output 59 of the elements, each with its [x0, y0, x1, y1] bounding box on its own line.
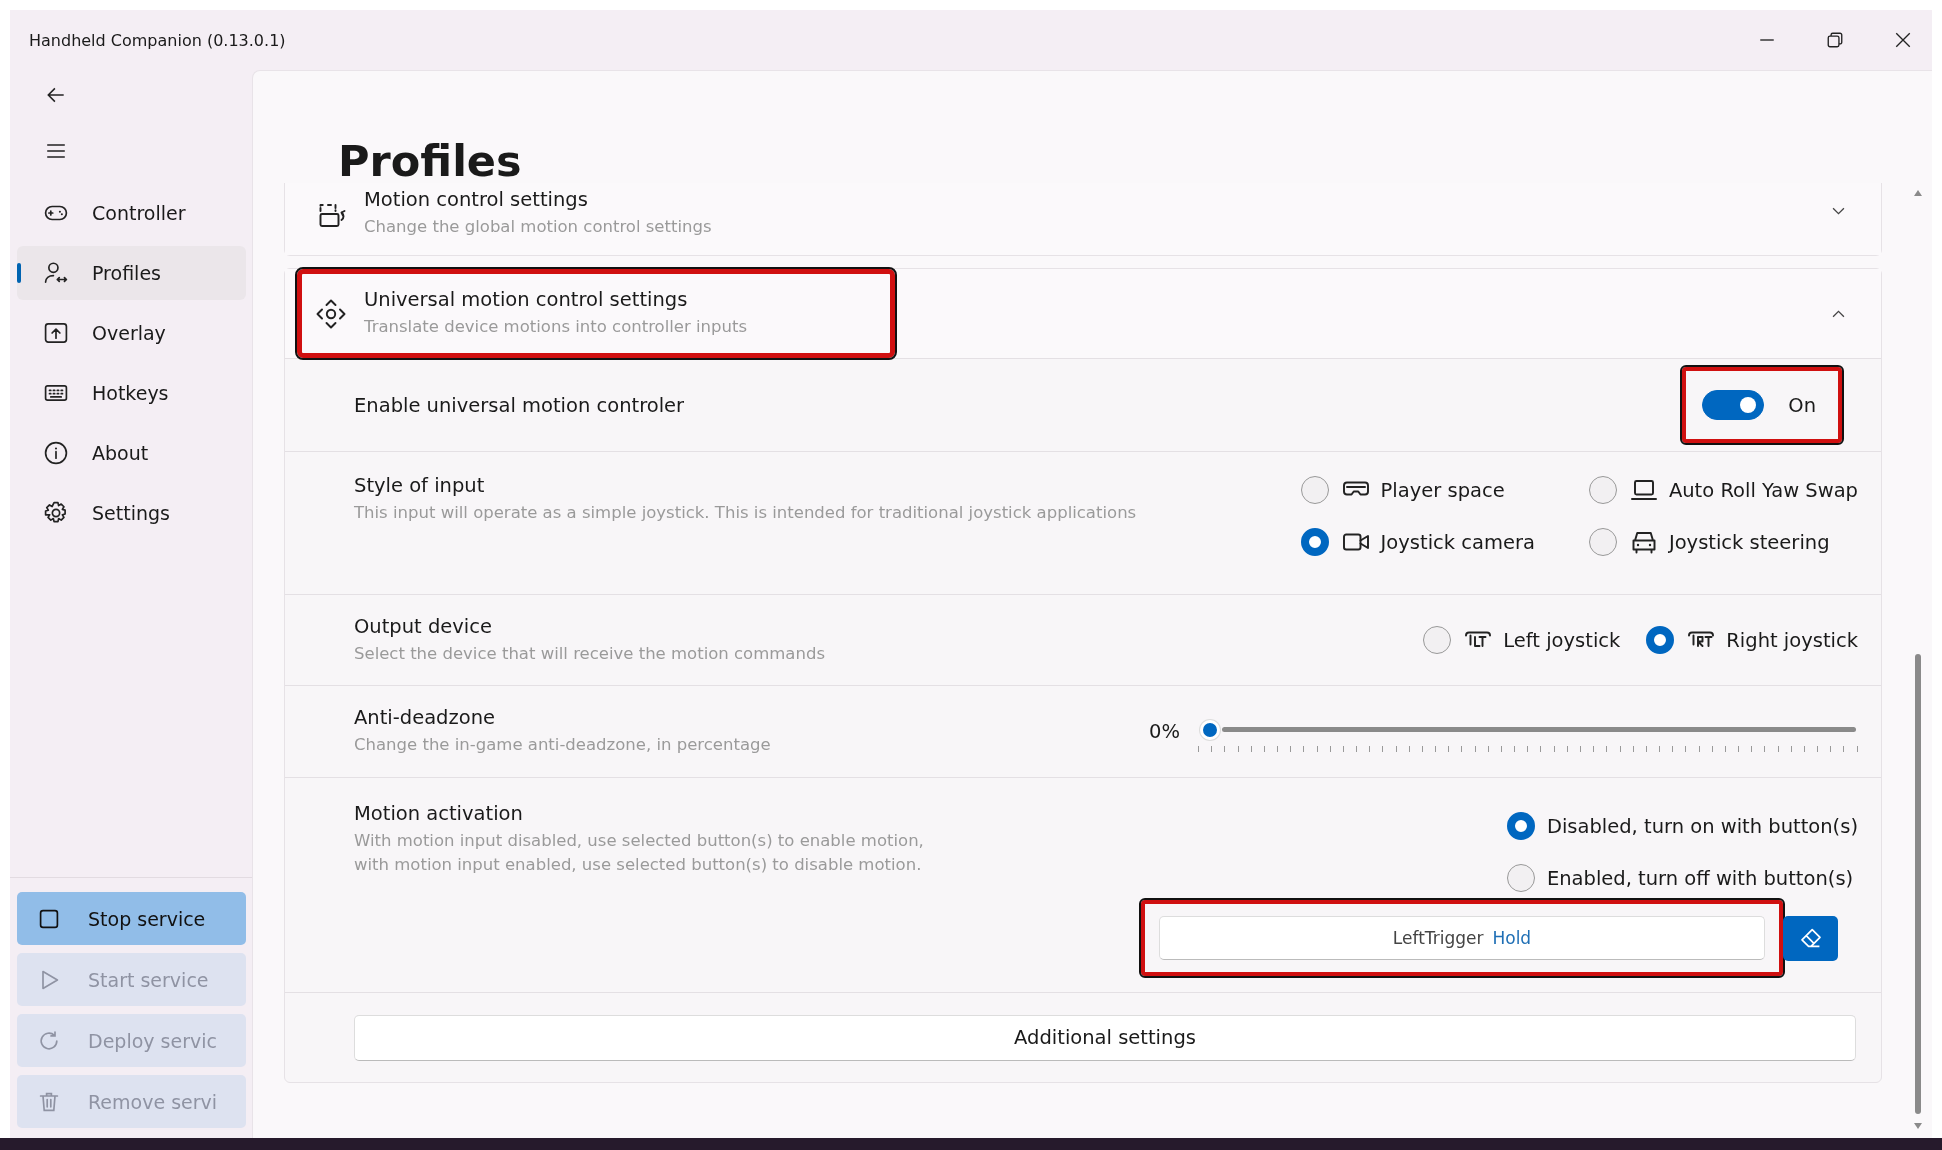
slider[interactable] [1198, 719, 1858, 740]
radio-button[interactable] [1300, 476, 1329, 504]
chevron-icon[interactable] [1832, 309, 1845, 318]
person-arrows-icon [43, 260, 69, 286]
section-title: Universal motion control settings [364, 288, 689, 311]
slider-value: 0% [1149, 720, 1180, 743]
setting-description: With motion input disabled, use selected button(s) to enable motion, with motion input enabled, use selected button(s) to disable motion. [354, 830, 924, 876]
slider-thumb[interactable] [1200, 719, 1220, 740]
sidebar-item[interactable]: Hotkeys [17, 366, 246, 420]
scroll-down-icon[interactable] [1913, 1122, 1923, 1130]
setting-description: Change the in-game anti-deadzone, in percentage [354, 734, 771, 756]
restore-icon[interactable] [1826, 31, 1844, 49]
option-label: Player space [1380, 478, 1505, 502]
option-label: Enabled, turn off with button(s) [1546, 866, 1854, 890]
option-label: Disabled, turn on with button(s) [1546, 814, 1858, 838]
clear-button[interactable] [1783, 915, 1838, 961]
setting-label: Style of input [354, 474, 486, 497]
section-title: Motion control settings [364, 188, 589, 211]
eraser-icon [1798, 926, 1823, 950]
radio-button[interactable] [1588, 528, 1617, 556]
setting-label: Enable universal motion controler [354, 393, 685, 417]
page-title: Profiles [338, 136, 522, 186]
window-title: Handheld Companion (0.13.0.1) [29, 30, 286, 50]
option-label: Joystick camera [1380, 530, 1535, 554]
section-description: Translate device motions into controller inputs [364, 316, 748, 338]
option-label: Right joystick [1726, 628, 1858, 652]
option-label: Left joystick [1503, 628, 1621, 652]
radio-button[interactable] [1300, 528, 1329, 556]
refresh-icon [37, 1028, 61, 1053]
toggle-state: On [1788, 393, 1816, 417]
setting-label: Output device [354, 614, 493, 638]
radio-button[interactable] [1423, 626, 1452, 654]
setting-label: Anti-deadzone [354, 706, 497, 729]
additional-settings-button[interactable]: Additional settings [354, 1014, 1856, 1061]
option-label: Joystick steering [1668, 530, 1830, 554]
option-label: Auto Roll Yaw Swap [1668, 478, 1858, 502]
sidebar-item[interactable]: Profiles [17, 246, 246, 300]
sidebar-item[interactable]: About [17, 426, 246, 480]
sidebar-item[interactable]: Controller [17, 186, 246, 240]
radio-button[interactable] [1506, 812, 1535, 840]
radio-button[interactable] [1646, 626, 1675, 654]
upload-screen-icon [43, 320, 69, 346]
sidebar-item[interactable]: Settings [17, 486, 246, 540]
sidebar-item[interactable]: Overlay [17, 306, 246, 360]
scrollbar[interactable] [1912, 189, 1924, 1130]
close-icon[interactable] [1894, 31, 1912, 49]
toggle-switch[interactable] [1702, 390, 1765, 420]
setting-label: Motion activation [354, 802, 524, 825]
diamond-arrows-icon [316, 298, 346, 329]
chevron-icon[interactable] [1832, 207, 1845, 216]
service-button[interactable]: Stop service [17, 892, 246, 945]
radio-button[interactable] [1588, 476, 1617, 504]
setting-description: This input will operate as a simple joystick. This is intended for traditional joystick applications [354, 502, 1137, 524]
section-description: Change the global motion control settings [364, 216, 712, 238]
hotkey-field[interactable]: LeftTrigger Hold [1159, 916, 1765, 960]
radio-button[interactable] [1506, 864, 1535, 892]
scroll-up-icon[interactable] [1913, 189, 1923, 197]
setting-description: Select the device that will receive the motion commands [354, 642, 825, 665]
info-icon [43, 440, 69, 466]
